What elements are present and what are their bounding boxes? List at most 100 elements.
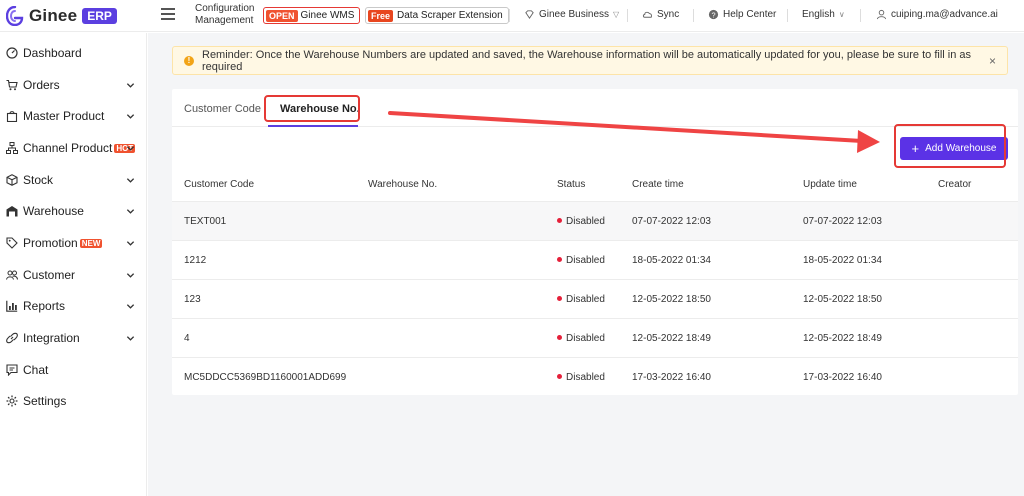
sidebar-item-chat[interactable]: Chat (0, 355, 147, 385)
status-text: Disabled (566, 372, 605, 383)
divider (627, 9, 628, 22)
menu-toggle-icon[interactable] (161, 8, 175, 20)
sidebar-item-label: Integration (23, 331, 80, 345)
config-label-line2: Management (195, 15, 254, 26)
update-time-cell: 12-05-2022 18:49 (803, 333, 882, 344)
chart-icon (6, 300, 18, 312)
table-row[interactable]: 1212 Disabled 18-05-2022 01:34 18-05-202… (172, 240, 1018, 279)
sidebar: Dashboard Orders Master Product Channel … (0, 33, 147, 496)
diamond-icon (525, 10, 534, 19)
sidebar-item-stock[interactable]: Stock (0, 165, 147, 195)
ginee-business-menu[interactable]: Ginee Business ▽ (524, 9, 619, 20)
link-icon (6, 332, 18, 344)
status-dot-icon (557, 257, 562, 262)
sidebar-item-label: Promotion NEW (23, 236, 103, 250)
status-cell: Disabled (557, 294, 605, 305)
create-time-cell: 18-05-2022 01:34 (632, 255, 711, 266)
ginee-logo-icon (6, 6, 24, 26)
free-pill: Free (368, 9, 394, 22)
bag-icon (6, 111, 18, 122)
chevron-down-icon (126, 335, 135, 341)
sidebar-item-channel-product[interactable]: Channel Product HOT (0, 133, 147, 163)
column-header: Warehouse No. (368, 179, 438, 190)
create-time-cell: 12-05-2022 18:49 (632, 333, 711, 344)
sidebar-item-integration[interactable]: Integration (0, 323, 147, 353)
language-selector[interactable]: English ∨ (802, 9, 845, 20)
sidebar-item-settings[interactable]: Settings (0, 386, 147, 416)
sidebar-item-master-product[interactable]: Master Product (0, 101, 147, 131)
language-label: English (802, 9, 835, 20)
table-row[interactable]: MC5DDCC5369BD1160001ADD699 Disabled 17-0… (172, 357, 1018, 396)
table-row[interactable]: 123 Disabled 12-05-2022 18:50 12-05-2022… (172, 279, 1018, 318)
cloud-icon (642, 11, 652, 18)
active-tab-indicator (268, 125, 358, 127)
sidebar-item-label: Channel Product HOT (23, 141, 136, 155)
sync-label: Sync (657, 9, 680, 20)
update-time-cell: 18-05-2022 01:34 (803, 255, 882, 266)
sidebar-item-label: Dashboard (23, 46, 82, 60)
chevron-down-icon (126, 145, 135, 151)
sidebar-item-dashboard[interactable]: Dashboard (0, 38, 147, 68)
sidebar-item-orders[interactable]: Orders (0, 70, 147, 100)
sidebar-item-customer[interactable]: Customer (0, 260, 147, 290)
status-cell: Disabled (557, 372, 605, 383)
sync-button[interactable]: Sync (642, 9, 679, 20)
chevron-down-icon: ∨ (838, 10, 845, 19)
user-icon (876, 9, 887, 20)
sidebar-item-text: Promotion (23, 236, 78, 250)
ginee-wms-button[interactable]: OPEN Ginee WMS (263, 7, 361, 24)
sidebar-item-label: Reports (23, 299, 66, 313)
status-dot-icon (557, 335, 562, 340)
user-email: cuiping.ma@advance.ai (891, 9, 998, 20)
tag-icon (6, 237, 18, 249)
top-bar: Ginee ERP Configuration Management OPEN … (0, 0, 1024, 32)
cart-icon (6, 79, 18, 91)
help-icon: ? (708, 9, 719, 19)
customer-code-cell: TEXT001 (184, 216, 227, 227)
update-time-cell: 07-07-2022 12:03 (803, 216, 882, 227)
tab-customer-code[interactable]: Customer Code (184, 103, 261, 115)
help-center-link[interactable]: ? Help Center (708, 9, 776, 20)
sidebar-item-label: Customer (23, 268, 76, 282)
wms-label: Ginee WMS (300, 10, 355, 21)
sidebar-item-label: Orders (23, 78, 60, 92)
sidebar-item-reports[interactable]: Reports (0, 291, 147, 321)
divider (860, 9, 861, 22)
chevron-down-icon (126, 113, 135, 119)
column-header: Customer Code (184, 179, 255, 190)
configuration-management-link[interactable]: Configuration Management (195, 3, 254, 27)
column-header: Creator (938, 179, 972, 190)
chevron-down-icon (126, 272, 135, 278)
status-text: Disabled (566, 255, 605, 266)
status-cell: Disabled (557, 333, 605, 344)
sidebar-item-promotion[interactable]: Promotion NEW (0, 228, 147, 258)
sidebar-item-label: Master Product (23, 109, 105, 123)
chat-icon (6, 364, 18, 376)
chevron-down-icon (126, 208, 135, 214)
highlight-box-tab (264, 95, 360, 122)
sidebar-item-text: Channel Product (23, 141, 113, 155)
user-menu[interactable]: cuiping.ma@advance.ai (876, 9, 998, 20)
svg-text:?: ? (711, 10, 715, 19)
app-logo[interactable]: Ginee ERP (6, 6, 117, 26)
help-label: Help Center (723, 9, 777, 20)
status-dot-icon (557, 296, 562, 301)
chevron-down-icon: ▽ (613, 10, 620, 19)
sidebar-item-label: Chat (23, 363, 49, 377)
users-icon (6, 270, 18, 280)
status-cell: Disabled (557, 216, 605, 227)
data-scraper-button[interactable]: Free Data Scraper Extension (365, 7, 509, 24)
warehouse-icon (6, 206, 18, 217)
customer-code-cell: 1212 (184, 255, 207, 266)
sidebar-item-warehouse[interactable]: Warehouse (0, 196, 147, 226)
table-row[interactable]: 4 Disabled 12-05-2022 18:49 12-05-2022 1… (172, 318, 1018, 357)
network-icon (6, 142, 18, 154)
highlight-box-button (894, 124, 1006, 168)
table-row[interactable]: TEXT001 Disabled 07-07-2022 12:03 07-07-… (172, 201, 1018, 240)
create-time-cell: 07-07-2022 12:03 (632, 216, 711, 227)
customer-code-cell: 123 (184, 294, 201, 305)
warehouse-card: Customer Code Warehouse No. + Add Wareho… (172, 89, 1018, 395)
create-time-cell: 12-05-2022 18:50 (632, 294, 711, 305)
close-icon[interactable]: × (989, 54, 996, 68)
new-badge: NEW (79, 239, 103, 248)
